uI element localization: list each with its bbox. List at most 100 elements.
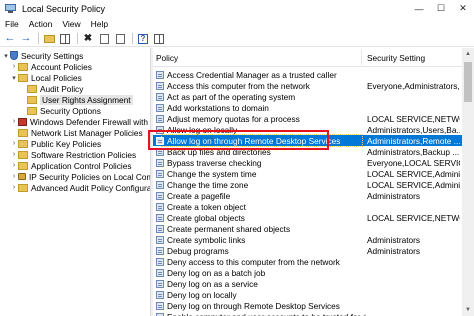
policy-icon	[156, 268, 164, 277]
folder-icon	[18, 62, 28, 71]
expander-icon[interactable]: ›	[10, 151, 18, 158]
policy-row[interactable]: Deny log on through Remote Desktop Servi…	[153, 300, 462, 311]
policy-icon	[156, 92, 164, 101]
policy-icon	[156, 70, 164, 79]
tree-item-label: Security Settings	[21, 50, 84, 61]
maximize-button[interactable]: ☐	[430, 0, 452, 17]
scroll-thumb[interactable]	[464, 62, 472, 102]
minimize-button[interactable]: —	[408, 0, 430, 17]
expander-icon[interactable]: ▾	[2, 52, 10, 60]
tree-item[interactable]: › Windows Defender Firewall with Adva	[10, 116, 150, 127]
policy-name: Adjust memory quotas for a process	[167, 113, 300, 124]
policy-setting: Administrators	[367, 190, 421, 201]
policy-row[interactable]: Back up files and directories Administrat…	[153, 146, 462, 157]
policy-row[interactable]: Add workstations to domain	[153, 102, 462, 113]
vertical-scrollbar[interactable]: ▲ ▼	[462, 48, 474, 316]
policy-row[interactable]: Access this computer from the network Eve…	[153, 80, 462, 91]
policy-setting: Administrators	[367, 245, 421, 256]
column-header-security-setting[interactable]: Security Setting	[367, 48, 462, 67]
window-title: Local Security Policy	[22, 3, 106, 14]
expander-icon[interactable]: ›	[10, 140, 18, 147]
tree-item[interactable]: › Application Control Policies	[10, 160, 132, 171]
policy-row[interactable]: Bypass traverse checking Everyone,LOCAL S…	[153, 157, 462, 168]
tree-item[interactable]: › Public Key Policies	[10, 138, 101, 149]
policy-icon	[156, 235, 164, 244]
action-pane-button[interactable]	[152, 32, 166, 45]
menu-file[interactable]: File	[0, 19, 24, 29]
tree-item[interactable]: ▾ Security Settings	[2, 50, 83, 61]
expander-icon[interactable]: ›	[10, 173, 18, 180]
policy-row[interactable]: Allow log on locally Administrators,Users…	[153, 124, 462, 135]
tree-item-label: User Rights Assignment	[40, 94, 133, 105]
tree-item-label: Network List Manager Policies	[31, 127, 143, 138]
folder-icon	[27, 95, 37, 104]
policy-name: Debug programs	[167, 245, 229, 256]
policy-row[interactable]: Create a token object	[153, 201, 462, 212]
close-button[interactable]: ✕	[452, 0, 474, 17]
tree-item[interactable]: › Account Policies	[10, 61, 92, 72]
policy-row[interactable]: Deny access to this computer from the ne…	[153, 256, 462, 267]
policy-row[interactable]: Change the time zone LOCAL SERVICE,Admini…	[153, 179, 462, 190]
policy-row[interactable]: Act as part of the operating system	[153, 91, 462, 102]
policy-name: Act as part of the operating system	[167, 91, 296, 102]
menu-action[interactable]: Action	[24, 19, 58, 29]
expander-icon[interactable]: ›	[10, 184, 18, 191]
policy-row[interactable]: Debug programs Administrators	[153, 245, 462, 256]
forward-button[interactable]: →	[19, 32, 33, 45]
tree-item[interactable]: ▾ Local Policies	[10, 72, 82, 83]
policy-row[interactable]: Create permanent shared objects	[153, 223, 462, 234]
back-button[interactable]: ←	[3, 32, 17, 45]
policy-row[interactable]: Deny log on locally	[153, 289, 462, 300]
column-divider[interactable]	[361, 50, 362, 65]
export-icon	[115, 33, 125, 44]
policy-row[interactable]: Adjust memory quotas for a process LOCAL …	[153, 113, 462, 124]
policy-row[interactable]: Enable computer and user accounts to be …	[153, 311, 462, 316]
tree-item[interactable]: Network List Manager Policies	[10, 127, 143, 138]
show-hide-tree-button[interactable]	[58, 32, 72, 45]
up-folder-button[interactable]	[42, 32, 56, 45]
policy-row[interactable]: Create symbolic links Administrators	[153, 234, 462, 245]
scroll-up-icon[interactable]: ▲	[462, 48, 474, 60]
scroll-down-icon[interactable]: ▼	[462, 304, 474, 316]
policy-name: Deny log on as a service	[167, 278, 258, 289]
folder-up-icon	[43, 34, 55, 43]
tree-item-label: Security Options	[40, 105, 101, 116]
policy-row[interactable]: Allow log on through Remote Desktop Serv…	[153, 134, 462, 147]
policy-name: Back up files and directories	[167, 146, 271, 157]
policy-row[interactable]: Change the system time LOCAL SERVICE,Admi…	[153, 168, 462, 179]
expander-icon[interactable]: ▾	[10, 74, 18, 82]
policy-icon	[156, 191, 164, 200]
help-button[interactable]: ?	[136, 32, 150, 45]
policy-row[interactable]: Deny log on as a service	[153, 278, 462, 289]
help-icon: ?	[138, 33, 148, 44]
policy-row[interactable]: Deny log on as a batch job	[153, 267, 462, 278]
policy-row[interactable]: Access Credential Manager as a trusted c…	[153, 69, 462, 80]
policy-setting: Everyone,LOCAL SERVIC...	[367, 157, 460, 168]
tree-item-label: Local Policies	[31, 72, 82, 83]
tree-item[interactable]: User Rights Assignment	[19, 94, 133, 105]
expander-icon[interactable]: ›	[10, 162, 18, 169]
tree-item[interactable]: Security Options	[19, 105, 101, 116]
delete-button[interactable]: ✖	[81, 32, 95, 45]
policy-row[interactable]: Create global objects LOCAL SERVICE,NETWO…	[153, 212, 462, 223]
expander-icon[interactable]: ›	[10, 63, 18, 70]
folder-icon	[27, 106, 37, 115]
tree-item[interactable]: › IP Security Policies on Local Compute	[10, 171, 150, 182]
policy-icon	[156, 136, 164, 145]
tree-item[interactable]: › Software Restriction Policies	[10, 149, 136, 160]
tree-item[interactable]: Audit Policy	[19, 83, 83, 94]
policy-icon	[156, 213, 164, 222]
policy-name: Create symbolic links	[167, 234, 246, 245]
export-list-button[interactable]	[113, 32, 127, 45]
expander-icon[interactable]: ›	[10, 118, 18, 125]
fw-icon	[18, 117, 27, 126]
folder-icon	[18, 150, 28, 159]
properties-button[interactable]	[97, 32, 111, 45]
menu-help[interactable]: Help	[86, 19, 113, 29]
tree-item[interactable]: › Advanced Audit Policy Configuration	[10, 182, 150, 193]
policy-row[interactable]: Create a pagefile Administrators	[153, 190, 462, 201]
policy-name: Deny access to this computer from the ne…	[167, 256, 340, 267]
policy-name: Create global objects	[167, 212, 245, 223]
column-header-policy[interactable]: Policy	[156, 48, 361, 67]
menu-view[interactable]: View	[57, 19, 85, 29]
